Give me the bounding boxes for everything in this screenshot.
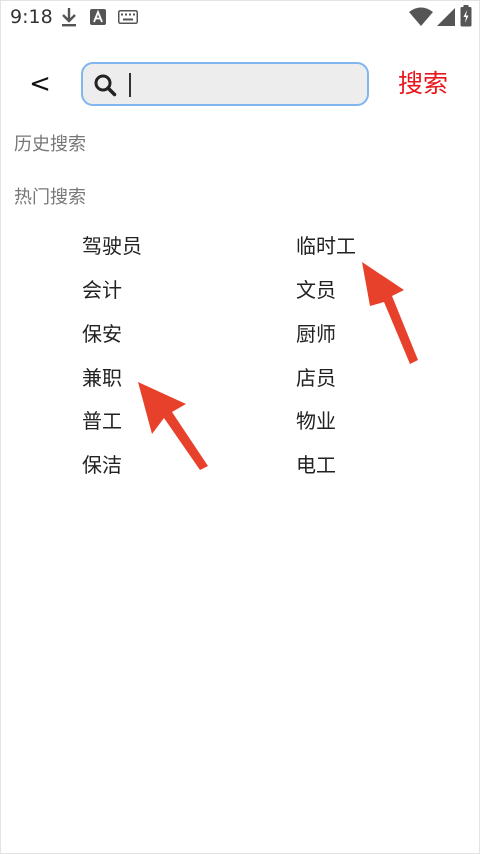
hot-item-accountant[interactable]: 会计 <box>82 274 122 303</box>
text-a-icon <box>90 9 106 25</box>
hot-item-property[interactable]: 物业 <box>296 405 336 434</box>
search-icon <box>94 74 117 97</box>
hot-item-part-time[interactable]: 兼职 <box>82 362 122 391</box>
battery-icon <box>460 5 472 27</box>
hot-item-cleaner[interactable]: 保洁 <box>82 449 122 478</box>
status-time: 9:18 <box>10 6 53 28</box>
hot-item-clerk[interactable]: 文员 <box>296 274 336 303</box>
history-section-title: 历史搜索 <box>14 134 86 155</box>
text-cursor <box>129 73 131 97</box>
hot-item-driver[interactable]: 驾驶员 <box>82 230 142 259</box>
hot-item-shop-assistant[interactable]: 店员 <box>296 362 336 391</box>
keyboard-icon <box>118 10 138 24</box>
download-icon <box>62 8 76 27</box>
search-box[interactable] <box>81 62 369 106</box>
hot-item-temp-worker[interactable]: 临时工 <box>296 230 356 259</box>
hot-item-electrician[interactable]: 电工 <box>296 449 336 478</box>
search-input[interactable] <box>127 68 363 100</box>
hot-section-title: 热门搜索 <box>14 187 86 208</box>
back-button[interactable]: < <box>24 66 56 102</box>
hot-item-chef[interactable]: 厨师 <box>296 318 336 347</box>
status-bar: 9:18 <box>0 0 480 34</box>
wifi-icon <box>409 7 433 26</box>
screen-frame <box>0 0 480 854</box>
hot-item-security[interactable]: 保安 <box>82 318 122 347</box>
search-button[interactable]: 搜索 <box>398 64 448 100</box>
signal-icon <box>437 8 455 26</box>
hot-item-general-worker[interactable]: 普工 <box>82 405 122 434</box>
